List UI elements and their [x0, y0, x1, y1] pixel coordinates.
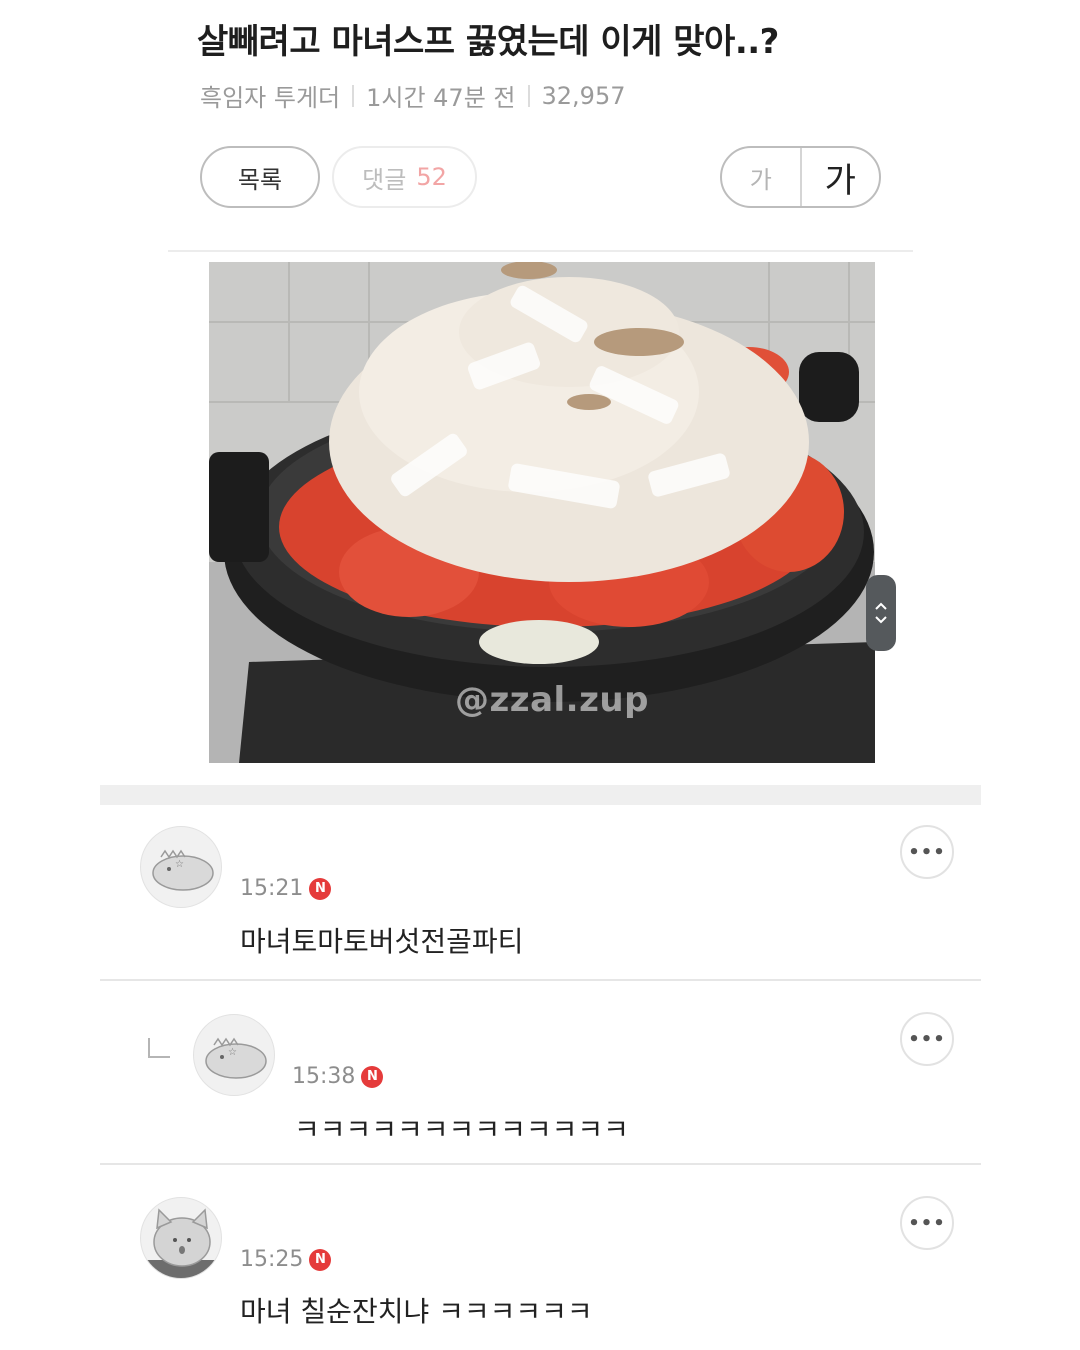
post-views: 32,957: [541, 81, 626, 110]
svg-text:☆: ☆: [228, 1047, 237, 1058]
new-badge-icon: N: [309, 1248, 332, 1271]
comment-time: 15:25: [240, 1247, 304, 1272]
comments-button-label: 댓글: [362, 165, 407, 194]
chevron-up-icon: [875, 602, 887, 610]
comment-meta: 15:21 N: [240, 876, 332, 901]
comments-count: 52: [416, 163, 447, 191]
post-time: 1시간 47분 전: [366, 84, 516, 112]
dinosaur-avatar-icon: ☆: [205, 1037, 267, 1079]
reply-arrow-icon: [148, 1038, 170, 1058]
more-options-icon[interactable]: •••: [900, 1196, 954, 1250]
font-size-toggle: 가 가: [720, 146, 881, 208]
comment-meta: 15:25 N: [240, 1247, 332, 1272]
scroll-handle[interactable]: [866, 575, 896, 651]
list-button[interactable]: 목록: [200, 146, 320, 208]
comments-button[interactable]: 댓글 52: [332, 146, 477, 208]
font-small-button[interactable]: 가: [722, 148, 802, 206]
comment-time: 15:38: [292, 1064, 356, 1089]
meta-separator: [352, 84, 355, 107]
more-options-icon[interactable]: •••: [900, 1012, 954, 1066]
post-title: 살빼려고 마녀스프 끓였는데 이게 맞아..?: [197, 22, 779, 62]
font-large-button[interactable]: 가: [802, 148, 880, 206]
new-badge-icon: N: [309, 877, 332, 900]
comment-text: ㅋㅋㅋㅋㅋㅋㅋㅋㅋㅋㅋㅋㅋ: [294, 1113, 629, 1146]
avatar[interactable]: [140, 1197, 222, 1279]
comment-text: 마녀토마토버섯전골파티: [240, 925, 524, 958]
new-badge-icon: N: [361, 1065, 384, 1088]
comment-divider: [100, 979, 981, 981]
svg-text:☆: ☆: [175, 859, 184, 870]
comment-divider: [100, 1163, 981, 1165]
image-watermark: @zzal.zup: [455, 680, 649, 720]
cat-avatar-icon: [141, 1208, 221, 1278]
comment-time: 15:21: [240, 876, 304, 901]
list-button-label: 목록: [237, 165, 283, 194]
avatar[interactable]: ☆: [193, 1014, 275, 1096]
post-page: 살빼려고 마녀스프 끓였는데 이게 맞아..? 흑임자 투게더 1시간 47분 …: [0, 0, 1080, 1350]
comment-text: 마녀 칠순잔치냐 ㅋㅋㅋㅋㅋㅋ: [240, 1295, 593, 1328]
post-meta: 흑임자 투게더 1시간 47분 전 32,957: [200, 78, 625, 113]
dinosaur-avatar-icon: ☆: [152, 849, 214, 891]
header-divider: [168, 250, 913, 252]
chevron-down-icon: [875, 616, 887, 624]
post-author[interactable]: 흑임자 투게더: [200, 78, 340, 113]
comment-meta: 15:38 N: [292, 1064, 384, 1089]
avatar[interactable]: ☆: [140, 826, 222, 908]
comments-section-divider: [100, 785, 981, 805]
more-options-icon[interactable]: •••: [900, 825, 954, 879]
meta-separator: [527, 84, 530, 107]
post-image: @zzal.zup: [209, 262, 875, 763]
